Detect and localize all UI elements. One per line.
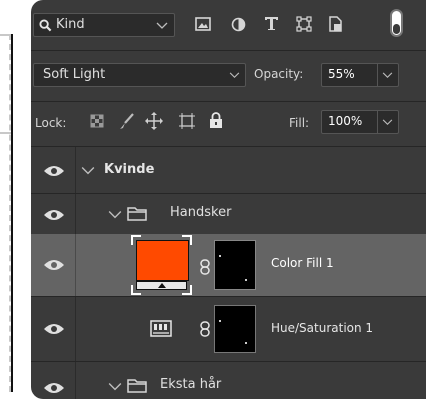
- fill-field[interactable]: 100%: [321, 110, 399, 134]
- chevron-down-icon[interactable]: [81, 164, 95, 178]
- eye-icon[interactable]: [43, 258, 65, 272]
- eye-icon[interactable]: [43, 208, 65, 222]
- eye-icon[interactable]: [43, 322, 65, 336]
- chevron-down-icon[interactable]: [108, 380, 122, 394]
- fill-thumbnail[interactable]: [131, 235, 192, 295]
- opacity-label: Opacity:: [254, 67, 304, 81]
- chevron-down-icon[interactable]: [108, 208, 122, 222]
- layer-row-handsker[interactable]: Handsker: [31, 194, 426, 234]
- layer-row-hue-saturation[interactable]: Hue/Saturation 1: [31, 297, 426, 361]
- link-icon[interactable]: [200, 259, 210, 275]
- folder-icon: [127, 379, 147, 393]
- lock-brush-icon[interactable]: [119, 113, 135, 130]
- filter-kind-dropdown[interactable]: Kind: [33, 13, 175, 37]
- filter-bar: Kind: [31, 0, 426, 46]
- eye-icon[interactable]: [43, 381, 65, 395]
- blend-mode-dropdown[interactable]: Soft Light: [33, 63, 246, 87]
- filter-toggle-switch[interactable]: [390, 9, 403, 37]
- filter-kind-label: Kind: [56, 17, 85, 32]
- folder-icon: [127, 207, 147, 221]
- eye-icon[interactable]: [43, 164, 65, 178]
- layer-row-kvinde[interactable]: Kvinde: [31, 147, 426, 193]
- layer-name: Hue/Saturation 1: [271, 321, 374, 335]
- lock-all-icon[interactable]: [209, 112, 223, 129]
- search-icon: [39, 19, 52, 32]
- hue-saturation-adjustment-icon[interactable]: [150, 320, 172, 337]
- opacity-field[interactable]: 55%: [321, 63, 399, 87]
- blend-mode-value: Soft Light: [43, 67, 106, 82]
- pixel-layer-filter-icon[interactable]: [195, 17, 211, 31]
- smart-object-filter-icon[interactable]: [328, 16, 343, 32]
- layers-panel: Kind Soft Light Opacity: 55% Lock: Fill:…: [31, 0, 426, 399]
- type-filter-icon[interactable]: [264, 16, 279, 31]
- layer-mask-thumbnail[interactable]: [214, 305, 256, 353]
- lock-row: Lock: Fill: 100%: [31, 102, 426, 144]
- layer-mask-thumbnail[interactable]: [214, 240, 256, 290]
- lock-label: Lock:: [35, 116, 67, 130]
- shape-filter-icon[interactable]: [296, 16, 312, 32]
- layer-row-color-fill[interactable]: Color Fill 1: [31, 234, 426, 296]
- layer-name: Kvinde: [104, 162, 155, 177]
- chevron-down-icon: [156, 22, 168, 29]
- opacity-value: 55%: [328, 67, 355, 81]
- layer-name: Eksta hår: [160, 377, 222, 392]
- adjustment-filter-icon[interactable]: [231, 17, 246, 32]
- layer-name: Handsker: [170, 205, 232, 220]
- chevron-down-icon[interactable]: [382, 119, 393, 126]
- chevron-down-icon[interactable]: [382, 72, 393, 79]
- fill-value: 100%: [328, 114, 363, 128]
- fill-color-swatch: [136, 240, 189, 281]
- link-icon[interactable]: [200, 321, 210, 337]
- fill-label: Fill:: [289, 116, 310, 130]
- lock-move-icon[interactable]: [145, 112, 163, 130]
- canvas-edge: [0, 34, 11, 392]
- layer-name: Color Fill 1: [271, 256, 334, 270]
- layer-row-eksta-har[interactable]: Eksta hår: [31, 362, 426, 399]
- canvas-border: [11, 34, 13, 392]
- chevron-down-icon: [229, 72, 240, 79]
- blend-row: Soft Light Opacity: 55%: [31, 51, 426, 97]
- lock-artboard-icon[interactable]: [178, 112, 196, 130]
- lock-transparency-icon[interactable]: [90, 114, 104, 128]
